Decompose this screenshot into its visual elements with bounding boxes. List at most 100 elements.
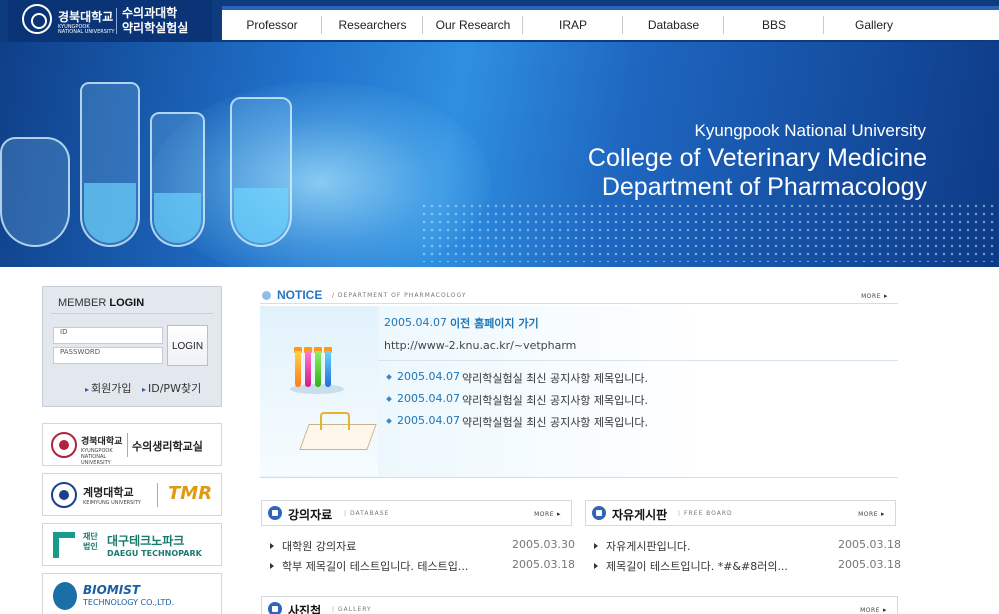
featured-notice-url[interactable]: http://www-2.knu.ac.kr/~vetpharm — [384, 339, 576, 352]
bullet-icon — [386, 374, 392, 380]
free-board-title: 자유게시판 — [612, 508, 668, 522]
partner-technopark-name: 대구테크노파크 — [107, 534, 185, 548]
arrow-right-icon: ▸ — [556, 510, 561, 518]
notice-item-date: 2005.04.07 — [397, 370, 460, 383]
more-label: MORE — [534, 511, 554, 518]
partner-knu-name: 경북대학교 — [81, 437, 123, 447]
lecture-item-title: 대학원 강의자료 — [282, 540, 357, 553]
biomist-logo-icon — [53, 582, 77, 610]
nav-irap[interactable]: IRAP — [523, 10, 623, 40]
lecture-board-item[interactable]: 대학원 강의자료 2005.03.30 — [270, 538, 575, 554]
page: 경북대학교 KYUNGPOOK NATIONAL UNIVERSITY 수의과대… — [0, 0, 999, 614]
chat-icon — [592, 506, 606, 520]
partner-technopark-sub: DAEGU TECHNOPARK — [107, 549, 202, 558]
join-link[interactable]: ▸ 회원가입 — [85, 380, 132, 396]
technopark-logo-icon — [53, 532, 75, 558]
more-label: MORE — [858, 511, 878, 518]
partner-biomist-name: BIOMIST — [83, 583, 141, 597]
login-title: MEMBER LOGIN — [58, 297, 144, 309]
arrow-right-icon: ▸ — [880, 510, 885, 518]
featured-notice-title[interactable]: 이전 홈페이지 가기 — [450, 315, 539, 331]
gallery-board-header: 사진첩 | GALLERY MORE ▸ — [261, 596, 898, 614]
bullet-icon — [594, 543, 598, 549]
notice-item[interactable]: 2005.04.07 약리학실험실 최신 공지사항 제목입니다. — [384, 414, 884, 430]
free-item-date: 2005.03.18 — [838, 538, 901, 551]
logo-divider — [116, 8, 117, 34]
join-link-label: 회원가입 — [91, 382, 132, 395]
notice-title: NOTICE — [277, 288, 323, 302]
password-input[interactable]: PASSWORD — [53, 347, 163, 364]
arrow-right-icon: ▸ — [142, 385, 147, 394]
nav-gallery[interactable]: Gallery — [824, 10, 924, 40]
partner-banner-biomist[interactable]: BIOMIST TECHNOLOGY CO.,LTD. — [42, 573, 222, 614]
free-item-title: 자유게시판입니다. — [606, 540, 691, 553]
test-tube-icon — [295, 351, 301, 387]
bullet-icon — [386, 418, 392, 424]
id-input[interactable]: ID — [53, 327, 163, 344]
university-name-en: KYUNGPOOK NATIONAL UNIVERSITY — [58, 25, 114, 35]
notice-item-title: 약리학실험실 최신 공지사항 제목입니다. — [462, 416, 649, 429]
tmr-logo: TMR — [168, 483, 213, 504]
arrow-right-icon: ▸ — [883, 292, 888, 300]
login-title-bold: LOGIN — [109, 297, 145, 309]
free-board-item[interactable]: 제목길이 테스트입니다. *#&#8러의... 2005.03.18 — [594, 558, 901, 574]
notice-item-date: 2005.04.07 — [397, 392, 460, 405]
partner-technopark-prefix: 재단 법인 — [83, 532, 98, 551]
test-tube-icon — [325, 351, 331, 387]
nav-researchers[interactable]: Researchers — [322, 10, 423, 40]
notice-illustration — [260, 306, 378, 476]
more-label: MORE — [861, 293, 881, 300]
free-more-link[interactable]: MORE ▸ — [858, 510, 885, 518]
find-link-label: ID/PW찾기 — [148, 382, 202, 395]
free-item-date: 2005.03.18 — [838, 558, 901, 571]
banner-department: Department of Pharmacology — [601, 173, 927, 201]
partner-keimyung-name: 계명대학교 — [83, 486, 134, 499]
test-tube-icon — [305, 351, 311, 387]
site-logo[interactable]: 경북대학교 KYUNGPOOK NATIONAL UNIVERSITY 수의과대… — [8, 0, 212, 42]
gallery-board-subtitle: | GALLERY — [332, 606, 372, 613]
notice-item[interactable]: 2005.04.07 약리학실험실 최신 공지사항 제목입니다. — [384, 392, 884, 408]
gallery-board-title: 사진첩 — [288, 604, 322, 614]
notice-more-link[interactable]: MORE ▸ — [861, 292, 888, 300]
notice-item-title: 약리학실험실 최신 공지사항 제목입니다. — [462, 372, 649, 385]
lecture-board-header: 강의자료 | DATABASE MORE ▸ — [261, 500, 572, 526]
camera-icon — [268, 602, 282, 614]
banner-dot-pattern — [420, 202, 999, 262]
partner-biomist-sub: TECHNOLOGY CO.,LTD. — [83, 598, 175, 607]
top-bar: 경북대학교 KYUNGPOOK NATIONAL UNIVERSITY 수의과대… — [0, 0, 999, 42]
lab-name: 수의과대학 약리학실험실 — [122, 6, 188, 36]
keimyung-seal-icon — [51, 482, 77, 508]
gallery-more-link[interactable]: MORE ▸ — [860, 606, 887, 614]
find-id-pw-link[interactable]: ▸ ID/PW찾기 — [142, 380, 201, 396]
lecture-item-date: 2005.03.30 — [512, 538, 575, 551]
login-button[interactable]: LOGIN — [167, 325, 208, 366]
knu-seal-icon — [51, 432, 77, 458]
partner-knu-sub: KYUNGPOOK NATIONAL UNIVERSITY — [81, 448, 113, 466]
nav-database[interactable]: Database — [623, 10, 724, 40]
flask-image — [0, 137, 70, 247]
partner-banner-knu[interactable]: 경북대학교 KYUNGPOOK NATIONAL UNIVERSITY 수의생리… — [42, 423, 222, 466]
flask-image — [150, 112, 205, 247]
member-login-box: MEMBER LOGIN ID PASSWORD LOGIN ▸ 회원가입 ▸ ID… — [42, 286, 222, 407]
notice-item-date: 2005.04.07 — [397, 414, 460, 427]
free-board-item[interactable]: 자유게시판입니다. 2005.03.18 — [594, 538, 901, 554]
lecture-more-link[interactable]: MORE ▸ — [534, 510, 561, 518]
lecture-item-date: 2005.03.18 — [512, 558, 575, 571]
hero-banner: Kyungpook National University College of… — [0, 42, 999, 267]
lecture-board-item[interactable]: 학부 제목길이 테스트입니다. 테스트입... 2005.03.18 — [270, 558, 575, 574]
database-icon — [268, 506, 282, 520]
partner-banner-keimyung[interactable]: 계명대학교 KEIMYUNG UNIVERSITY TMR — [42, 473, 222, 516]
featured-notice-date: 2005.04.07 — [384, 316, 447, 329]
more-label: MORE — [860, 607, 880, 614]
partner-knu-lab: 수의생리학교실 — [132, 440, 203, 453]
nav-professor[interactable]: Professor — [222, 10, 322, 40]
gallery-board-subtitle-text: GALLERY — [338, 606, 372, 613]
nav-our-research[interactable]: Our Research — [423, 10, 523, 40]
bullet-icon — [594, 563, 598, 569]
notice-item[interactable]: 2005.04.07 약리학실험실 최신 공지사항 제목입니다. — [384, 370, 884, 386]
nav-bbs[interactable]: BBS — [724, 10, 824, 40]
lecture-board-title: 강의자료 — [288, 508, 333, 522]
partner-banner-technopark[interactable]: 재단 법인 대구테크노파크 DAEGU TECHNOPARK — [42, 523, 222, 566]
notice-panel: 2005.04.07 이전 홈페이지 가기 http://www-2.knu.a… — [260, 306, 898, 478]
lecture-board-subtitle: | DATABASE — [344, 510, 390, 517]
